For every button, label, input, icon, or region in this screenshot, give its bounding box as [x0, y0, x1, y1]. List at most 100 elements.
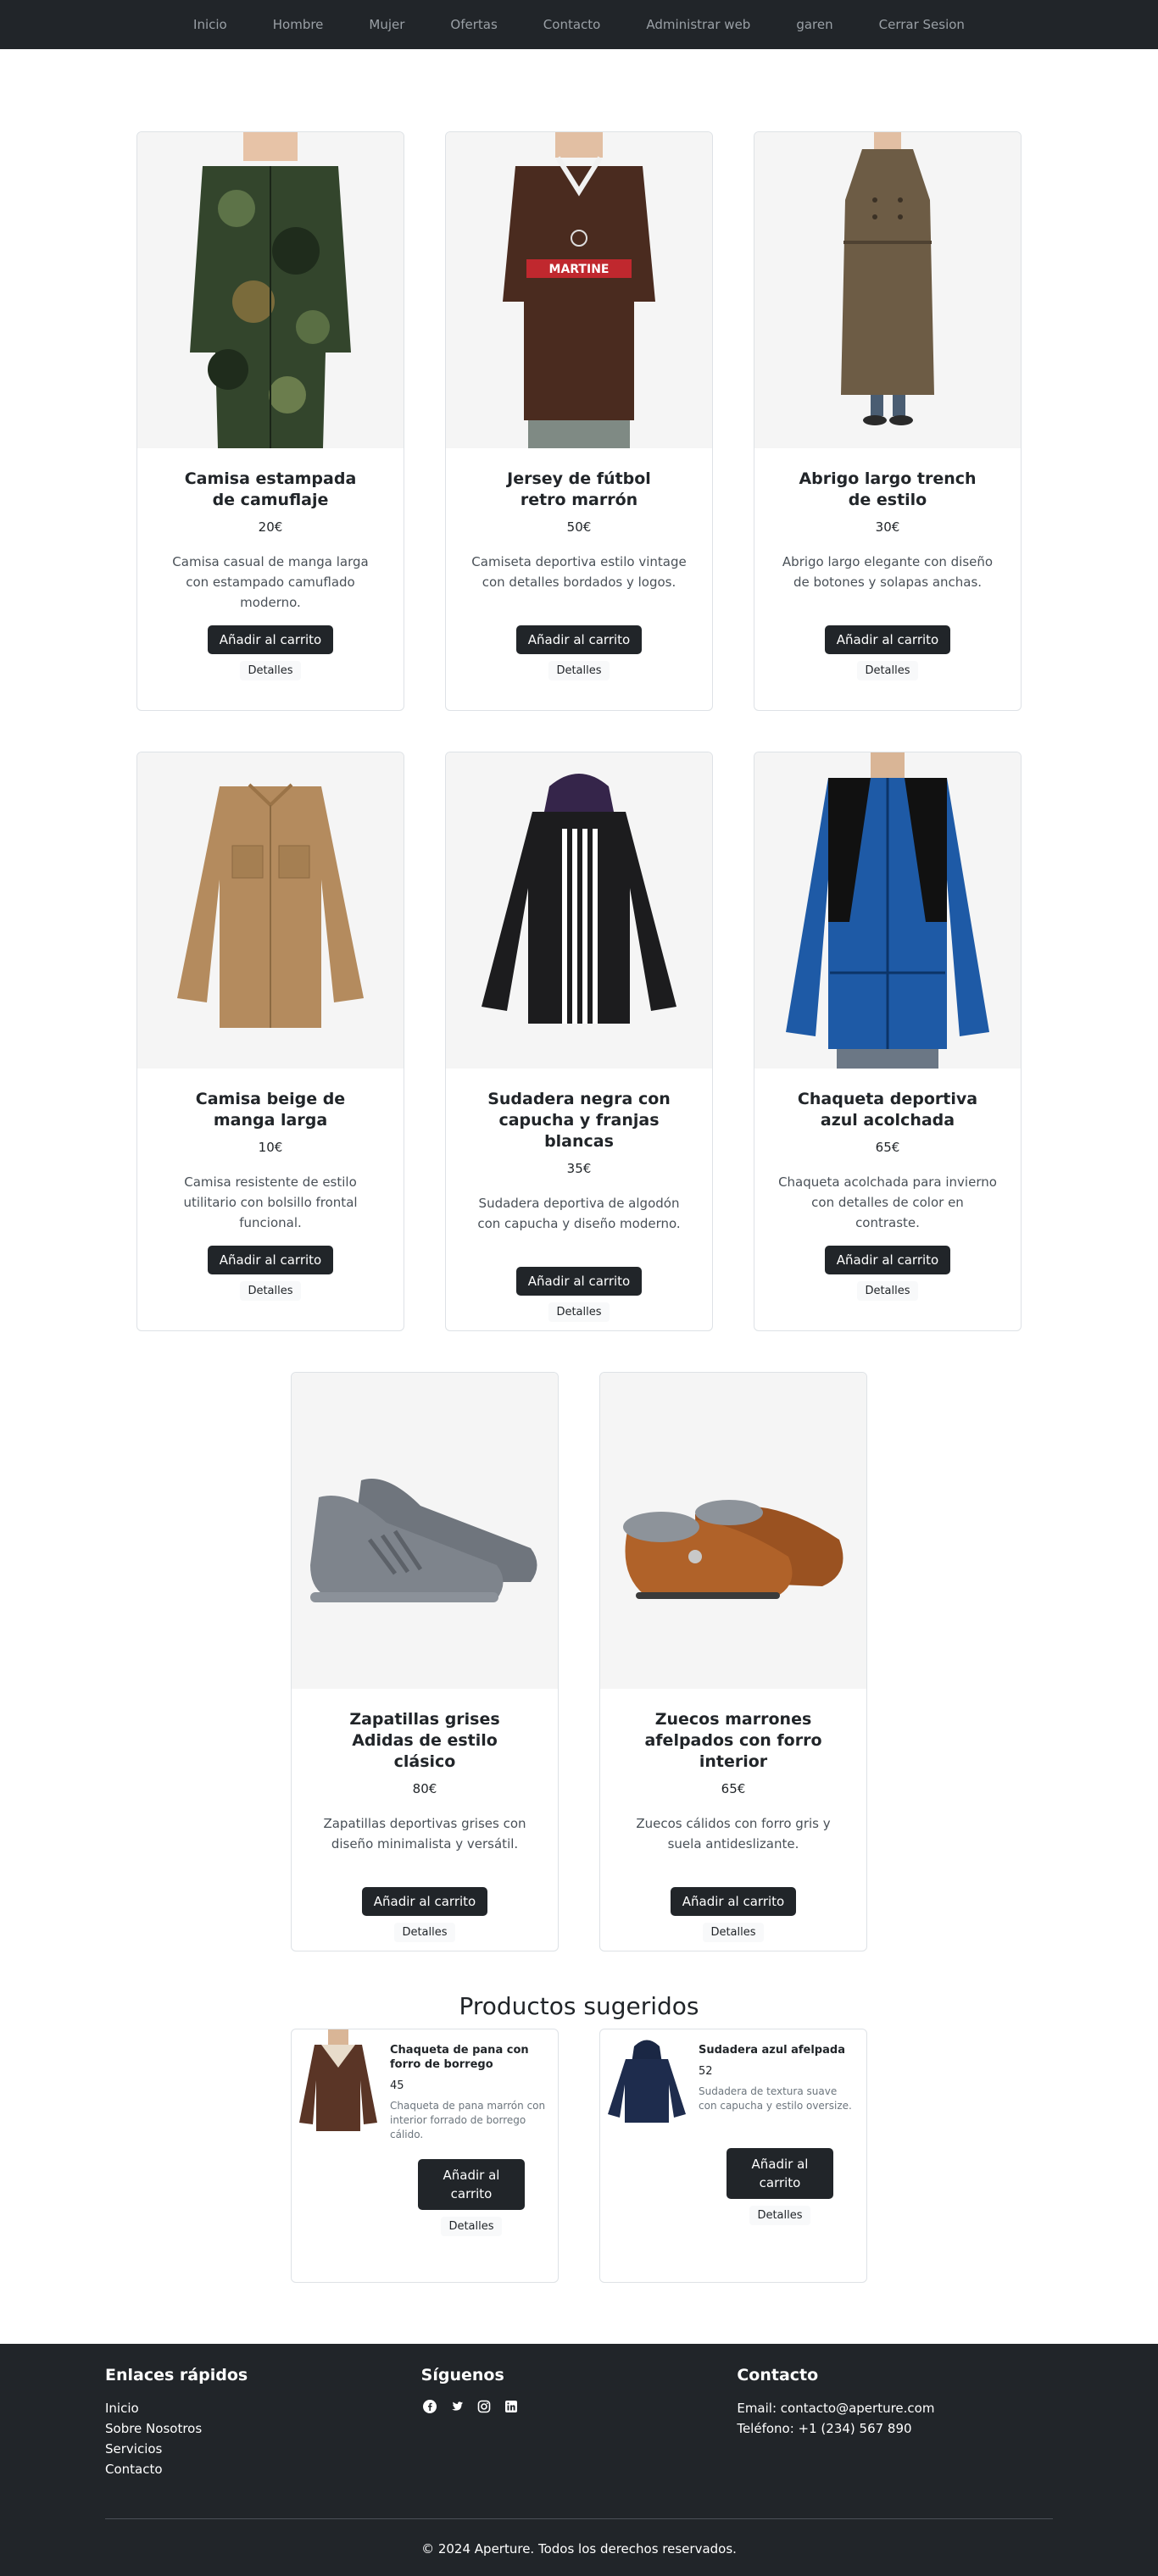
add-to-cart-button[interactable]: Añadir al carrito: [361, 1887, 488, 1916]
footer-phone: Teléfono: +1 (234) 567 890: [737, 2421, 912, 2436]
camo-shirt-image[interactable]: [137, 132, 404, 448]
suggested-description: Sudadera de textura suave con capucha y …: [699, 2085, 852, 2112]
product-title: Chaqueta deportiva azul acolchada: [797, 1090, 978, 1130]
nav-link-hombre[interactable]: Hombre: [273, 17, 324, 32]
product-price: 65€: [721, 1781, 746, 1796]
product-price: 20€: [258, 519, 283, 535]
footer-link-contacto[interactable]: Contacto: [105, 2462, 163, 2477]
details-button[interactable]: Detalles: [749, 2206, 810, 2225]
footer-link-inicio[interactable]: Inicio: [105, 2401, 139, 2416]
suggested-price: 52: [699, 2065, 713, 2078]
product-price: 50€: [566, 519, 592, 535]
footer-link-sobre-nosotros[interactable]: Sobre Nosotros: [105, 2421, 202, 2436]
details-button[interactable]: Detalles: [441, 2217, 502, 2236]
product-card: Camisa estampada de camuflaje 20€ Camisa…: [136, 131, 404, 711]
nav-link-ofertas[interactable]: Ofertas: [450, 17, 497, 32]
copyright-text: © 2024 Aperture. Todos los derechos rese…: [421, 2541, 737, 2557]
product-row: Camisa estampada de camuflaje 20€ Camisa…: [0, 131, 1158, 711]
footer-social-column: Síguenos: [421, 2366, 738, 2479]
product-card: Sudadera negra con capucha y franjas bla…: [445, 752, 713, 1331]
product-title: Zapatillas grises Adidas de estilo clási…: [349, 1710, 500, 1771]
product-title: Camisa estampada de camuflaje: [184, 469, 357, 509]
product-row: Camisa beige de manga larga 10€ Camisa r…: [0, 752, 1158, 1331]
black-hoodie-image[interactable]: [446, 752, 712, 1069]
footer-link-servicios[interactable]: Servicios: [105, 2441, 162, 2457]
details-button[interactable]: Detalles: [703, 1923, 764, 1942]
details-button[interactable]: Detalles: [240, 661, 301, 680]
football-jersey-image[interactable]: MARTINE: [446, 132, 712, 448]
details-button[interactable]: Detalles: [394, 1923, 455, 1942]
brown-clogs-image[interactable]: [600, 1373, 866, 1689]
trench-coat-image[interactable]: [754, 132, 1021, 448]
nav-link-contacto[interactable]: Contacto: [543, 17, 601, 32]
instagram-icon[interactable]: [476, 2398, 493, 2415]
product-card: Zapatillas grises Adidas de estilo clási…: [291, 1372, 559, 1951]
product-title: Sudadera negra con capucha y franjas bla…: [487, 1090, 671, 1151]
suggested-price: 45: [390, 2079, 404, 2092]
top-navbar: Inicio Hombre Mujer Ofertas Contacto Adm…: [0, 0, 1158, 49]
product-description: Zapatillas deportivas grises con diseño …: [323, 1816, 526, 1852]
product-description: Zuecos cálidos con forro gris y suela an…: [636, 1816, 831, 1852]
add-to-cart-button[interactable]: Añadir al carrito: [515, 625, 643, 654]
nav-link-inicio[interactable]: Inicio: [193, 17, 227, 32]
beige-shirt-image[interactable]: [137, 752, 404, 1069]
footer-links-column: Enlaces rápidos Inicio Sobre Nosotros Se…: [105, 2366, 421, 2479]
product-price: 35€: [566, 1161, 592, 1176]
add-to-cart-button[interactable]: Añadir al carrito: [515, 1267, 643, 1296]
product-description: Camisa resistente de estilo utilitario c…: [183, 1174, 358, 1230]
product-description: Chaqueta acolchada para invierno con det…: [778, 1174, 997, 1230]
product-title: Abrigo largo trench de estilo: [799, 469, 977, 509]
footer-contact-column: Contacto Email: contacto@aperture.com Te…: [737, 2366, 1053, 2479]
footer-email: Email: contacto@aperture.com: [737, 2401, 935, 2416]
add-to-cart-button[interactable]: Añadir al carrito: [418, 2159, 525, 2210]
product-card: Abrigo largo trench de estilo 30€ Abrigo…: [754, 131, 1022, 711]
svg-text:MARTINE: MARTINE: [549, 263, 610, 276]
add-to-cart-button[interactable]: Añadir al carrito: [207, 1246, 334, 1274]
navy-fleece-image[interactable]: [600, 2029, 693, 2131]
suggested-card: Sudadera azul afelpada 52 Sudadera de te…: [599, 2029, 867, 2283]
details-button[interactable]: Detalles: [857, 661, 918, 680]
facebook-icon[interactable]: [421, 2398, 438, 2415]
blue-jacket-image[interactable]: [754, 752, 1021, 1069]
grey-sneakers-image[interactable]: [292, 1373, 558, 1689]
product-description: Camisa casual de manga larga con estampa…: [172, 554, 369, 610]
details-button[interactable]: Detalles: [548, 1302, 610, 1322]
corduroy-jacket-image[interactable]: [292, 2029, 385, 2131]
twitter-icon[interactable]: [448, 2398, 465, 2415]
product-title: Camisa beige de manga larga: [195, 1090, 346, 1130]
add-to-cart-button[interactable]: Añadir al carrito: [207, 625, 334, 654]
footer-contact-heading: Contacto: [737, 2366, 819, 2384]
product-price: 80€: [412, 1781, 437, 1796]
suggested-description: Chaqueta de pana marrón con interior for…: [390, 2100, 546, 2140]
footer-social-heading: Síguenos: [420, 2366, 504, 2384]
product-title: Zuecos marrones afelpados con forro inte…: [644, 1710, 822, 1771]
product-card: Camisa beige de manga larga 10€ Camisa r…: [136, 752, 404, 1331]
add-to-cart-button[interactable]: Añadir al carrito: [670, 1887, 797, 1916]
add-to-cart-button[interactable]: Añadir al carrito: [824, 625, 951, 654]
nav-link-logout[interactable]: Cerrar Sesion: [879, 17, 965, 32]
nav-link-administrar-web[interactable]: Administrar web: [646, 17, 750, 32]
product-row: Zapatillas grises Adidas de estilo clási…: [0, 1372, 1158, 1951]
product-description: Abrigo largo elegante con diseño de boto…: [782, 554, 994, 590]
product-description: Sudadera deportiva de algodón con capuch…: [477, 1196, 681, 1231]
details-button[interactable]: Detalles: [548, 661, 610, 680]
add-to-cart-button[interactable]: Añadir al carrito: [824, 1246, 951, 1274]
suggested-products: Productos sugeridos Chaqueta de pana con…: [0, 1992, 1158, 2283]
suggested-heading: Productos sugeridos: [459, 1992, 699, 2020]
product-price: 65€: [875, 1140, 900, 1155]
product-price: 10€: [258, 1140, 283, 1155]
details-button[interactable]: Detalles: [857, 1281, 918, 1301]
suggested-title: Chaqueta de pana con forro de borrego: [390, 2044, 529, 2071]
nav-link-mujer[interactable]: Mujer: [369, 17, 404, 32]
add-to-cart-button[interactable]: Añadir al carrito: [727, 2148, 833, 2199]
product-title: Jersey de fútbol retro marrón: [507, 469, 651, 509]
suggested-card: Chaqueta de pana con forro de borrego 45…: [291, 2029, 559, 2283]
details-button[interactable]: Detalles: [240, 1281, 301, 1301]
product-grid: Camisa estampada de camuflaje 20€ Camisa…: [0, 49, 1158, 1951]
product-card: Zuecos marrones afelpados con forro inte…: [599, 1372, 867, 1951]
suggested-title: Sudadera azul afelpada: [699, 2044, 845, 2057]
nav-link-user[interactable]: garen: [796, 17, 832, 32]
linkedin-icon[interactable]: [503, 2398, 520, 2415]
product-card: MARTINE Jersey de fútbol retro marrón 50…: [445, 131, 713, 711]
site-footer: Enlaces rápidos Inicio Sobre Nosotros Se…: [0, 2344, 1158, 2576]
